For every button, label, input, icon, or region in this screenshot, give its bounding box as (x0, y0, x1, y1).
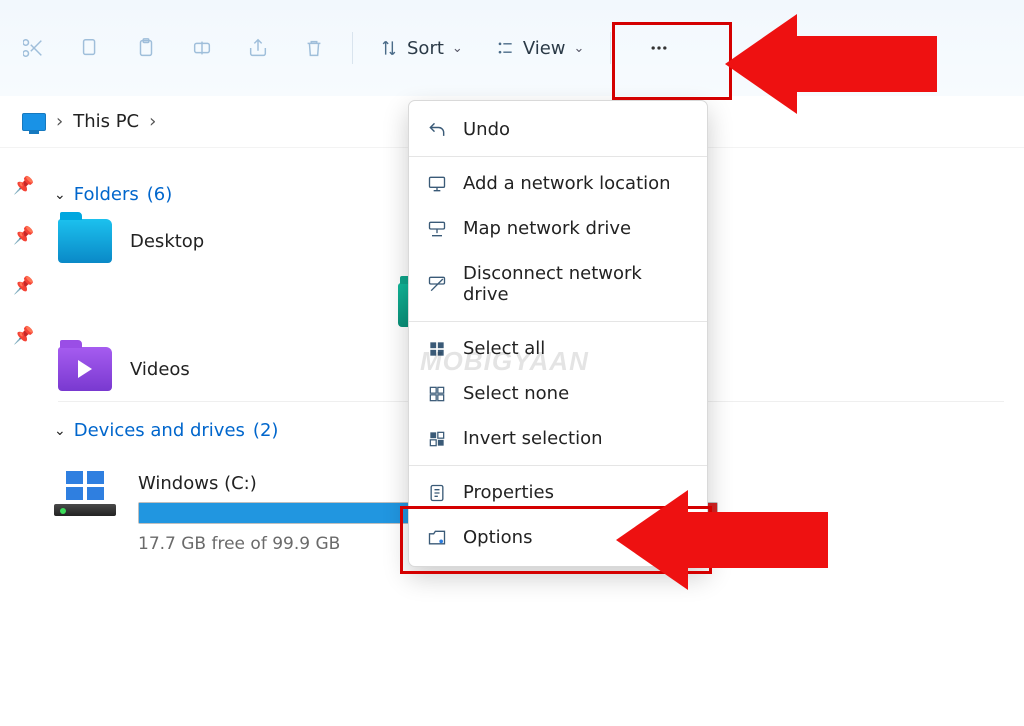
invert-selection-icon (427, 429, 447, 449)
menu-label: Select none (463, 383, 569, 404)
rename-button[interactable] (176, 26, 228, 70)
folder-label: Desktop (130, 231, 204, 252)
pin-icon[interactable]: 📌 (13, 276, 34, 296)
rename-icon (191, 37, 213, 59)
play-icon (78, 360, 92, 378)
chevron-right-icon: › (149, 111, 156, 132)
folder-label: Videos (130, 359, 190, 380)
annotation-arrow-more (725, 14, 937, 114)
group-drives-label: Devices and drives (74, 420, 245, 441)
chevron-down-icon: ⌄ (574, 41, 585, 56)
cut-button[interactable] (8, 26, 60, 70)
folder-icon (58, 219, 112, 263)
menu-label: Invert selection (463, 428, 603, 449)
menu-separator (409, 156, 707, 157)
scissors-icon (23, 37, 45, 59)
delete-button[interactable] (288, 26, 340, 70)
menu-invert-selection[interactable]: Invert selection (409, 416, 707, 461)
this-pc-icon (22, 113, 46, 131)
menu-disconnect-network-drive[interactable]: Disconnect network drive (409, 251, 707, 317)
folder-icon (58, 347, 112, 391)
folder-desktop[interactable]: Desktop (58, 219, 378, 263)
pin-icon[interactable]: 📌 (13, 226, 34, 246)
sort-button[interactable]: Sort ⌄ (365, 26, 477, 70)
clipboard-icon (135, 37, 157, 59)
chevron-down-icon: ⌄ (54, 187, 66, 203)
menu-select-none[interactable]: Select none (409, 371, 707, 416)
watermark: MOBIGYAAN (420, 346, 589, 377)
copy-button[interactable] (64, 26, 116, 70)
share-button[interactable] (232, 26, 284, 70)
menu-label: Add a network location (463, 173, 671, 194)
network-drive-icon (427, 219, 447, 239)
pin-icon[interactable]: 📌 (13, 326, 34, 346)
menu-label: Map network drive (463, 218, 631, 239)
pinned-column: 📌 📌 📌 📌 (0, 148, 48, 554)
menu-map-network-drive[interactable]: Map network drive (409, 206, 707, 251)
menu-label: Properties (463, 482, 554, 503)
chevron-right-icon: › (56, 111, 63, 132)
view-icon (495, 38, 515, 58)
pin-icon[interactable]: 📌 (13, 176, 34, 196)
annotation-arrow-options (616, 490, 828, 590)
menu-label: Disconnect network drive (463, 263, 689, 305)
toolbar-separator (352, 32, 353, 64)
sort-label: Sort (407, 38, 444, 59)
group-drives-count: (2) (253, 420, 279, 441)
undo-icon (427, 120, 447, 140)
properties-icon (427, 483, 447, 503)
paste-button[interactable] (120, 26, 172, 70)
drive-icon (54, 471, 116, 516)
windows-logo-icon (66, 471, 104, 500)
group-folders-count: (6) (147, 184, 173, 205)
menu-undo[interactable]: Undo (409, 107, 707, 152)
chevron-down-icon: ⌄ (452, 41, 463, 56)
menu-separator (409, 465, 707, 466)
trash-icon (303, 37, 325, 59)
select-none-icon (427, 384, 447, 404)
copy-icon (79, 37, 101, 59)
view-label: View (523, 38, 566, 59)
menu-add-network-location[interactable]: Add a network location (409, 161, 707, 206)
monitor-icon (427, 174, 447, 194)
menu-label: Undo (463, 119, 510, 140)
disconnect-drive-icon (427, 274, 447, 294)
view-button[interactable]: View ⌄ (481, 26, 599, 70)
menu-separator (409, 321, 707, 322)
group-folders-label: Folders (74, 184, 139, 205)
annotation-highlight-more (612, 22, 732, 100)
chevron-down-icon: ⌄ (54, 423, 66, 439)
sort-icon (379, 38, 399, 58)
breadcrumb-location: This PC (73, 111, 139, 132)
share-icon (247, 37, 269, 59)
